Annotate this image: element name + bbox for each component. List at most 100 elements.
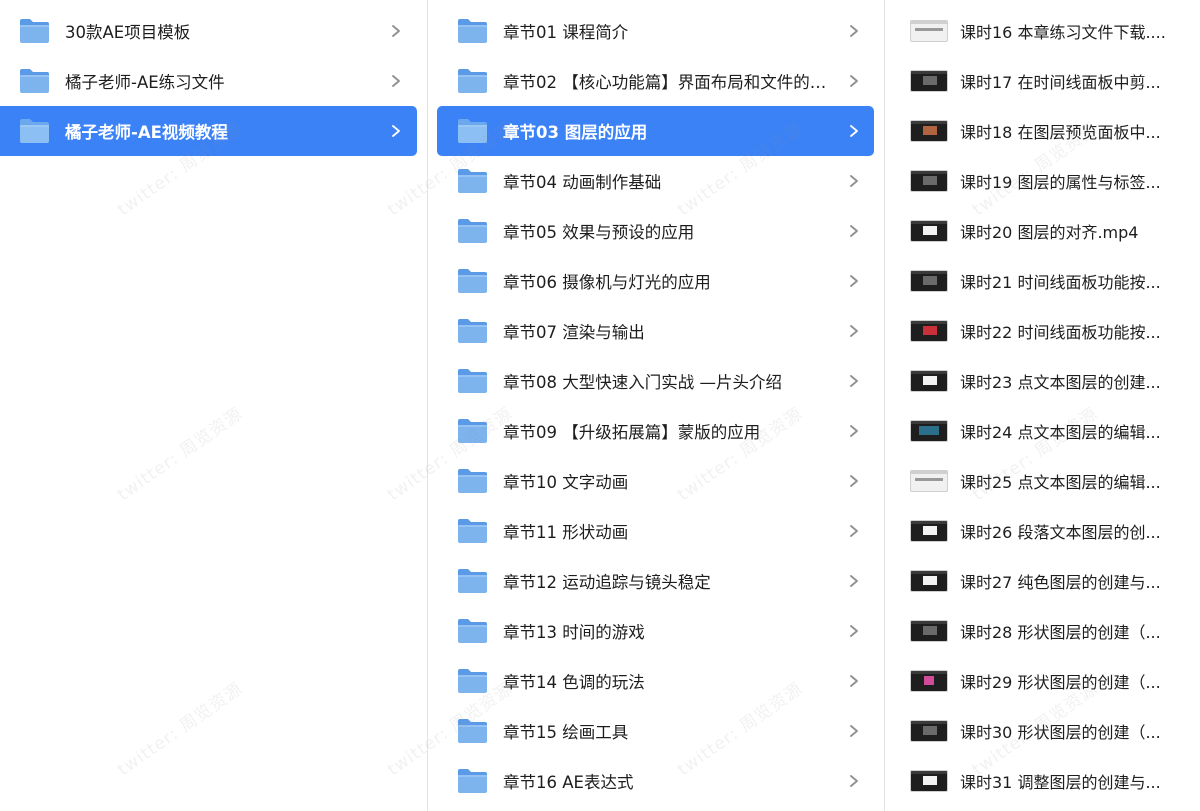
file-name: 课时25 点文本图层的编辑... — [960, 473, 1161, 492]
file-row[interactable]: 课时29 形状图层的创建（... — [885, 656, 1200, 706]
file-name: 课时27 纯色图层的创建与... — [960, 573, 1161, 592]
video-thumbnail-icon — [911, 521, 947, 541]
folder-name: 章节01 课程简介 — [503, 23, 629, 42]
folder-row[interactable]: 章节06 摄像机与灯光的应用 — [437, 256, 874, 306]
folder-row[interactable]: 章节11 形状动画 — [437, 506, 874, 556]
chevron-right-icon — [850, 675, 858, 687]
folder-row[interactable]: 章节03 图层的应用 — [437, 106, 874, 156]
chevron-right-icon — [850, 275, 858, 287]
chevron-right-icon — [850, 75, 858, 87]
file-name: 课时16 本章练习文件下载.... — [960, 23, 1166, 42]
chevron-right-icon — [850, 175, 858, 187]
chevron-right-icon — [392, 75, 400, 87]
video-thumbnail-icon — [911, 421, 947, 441]
video-thumbnail-icon — [911, 571, 947, 591]
folder-name: 30款AE项目模板 — [65, 23, 191, 42]
column-browser: 30款AE项目模板橘子老师-AE练习文件橘子老师-AE视频教程 章节01 课程简… — [0, 0, 1200, 811]
column-3-list: 课时16 本章练习文件下载.... 课时17 在时间线面板中剪... 课时18 在图… — [885, 6, 1200, 806]
file-row[interactable]: 课时17 在时间线面板中剪... — [885, 56, 1200, 106]
file-name: 课时19 图层的属性与标签... — [960, 173, 1161, 192]
folder-name: 章节12 运动追踪与镜头稳定 — [503, 573, 711, 592]
column-2[interactable]: 章节01 课程简介章节02 【核心功能篇】界面布局和文件的基... 章节03 图层… — [428, 0, 885, 811]
folder-icon — [20, 69, 49, 93]
folder-icon — [458, 619, 487, 643]
folder-name: 章节11 形状动画 — [503, 523, 629, 542]
file-name: 课时22 时间线面板功能按... — [960, 323, 1161, 342]
file-row[interactable]: 课时21 时间线面板功能按... — [885, 256, 1200, 306]
folder-name: 章节04 动画制作基础 — [503, 173, 662, 192]
folder-row[interactable]: 章节16 AE表达式 — [437, 756, 874, 806]
video-thumbnail-icon — [911, 271, 947, 291]
file-row[interactable]: 课时26 段落文本图层的创... — [885, 506, 1200, 556]
folder-row[interactable]: 章节07 渲染与输出 — [437, 306, 874, 356]
folder-name: 章节16 AE表达式 — [503, 773, 634, 792]
video-thumbnail-icon — [911, 21, 947, 41]
video-thumbnail-icon — [911, 471, 947, 491]
column-2-list: 章节01 课程简介章节02 【核心功能篇】界面布局和文件的基... 章节03 图层… — [428, 6, 884, 806]
folder-row[interactable]: 章节08 大型快速入门实战 —片头介绍 — [437, 356, 874, 406]
folder-name: 章节02 【核心功能篇】界面布局和文件的基... — [503, 73, 838, 92]
chevron-right-icon — [850, 425, 858, 437]
chevron-right-icon — [850, 525, 858, 537]
column-3[interactable]: 课时16 本章练习文件下载.... 课时17 在时间线面板中剪... 课时18 在图… — [885, 0, 1200, 811]
folder-icon — [458, 719, 487, 743]
video-thumbnail-icon — [911, 621, 947, 641]
file-name: 课时23 点文本图层的创建... — [960, 373, 1161, 392]
folder-row[interactable]: 章节13 时间的游戏 — [437, 606, 874, 656]
chevron-right-icon — [850, 775, 858, 787]
column-1[interactable]: 30款AE项目模板橘子老师-AE练习文件橘子老师-AE视频教程 — [0, 0, 428, 811]
file-name: 课时30 形状图层的创建（... — [960, 723, 1161, 742]
video-thumbnail-icon — [911, 221, 947, 241]
folder-icon — [458, 319, 487, 343]
file-row[interactable]: 课时20 图层的对齐.mp4 — [885, 206, 1200, 256]
file-name: 课时18 在图层预览面板中... — [960, 123, 1161, 142]
file-row[interactable]: 课时16 本章练习文件下载.... — [885, 6, 1200, 56]
video-thumbnail-icon — [911, 371, 947, 391]
folder-icon — [20, 119, 49, 143]
folder-row[interactable]: 章节02 【核心功能篇】界面布局和文件的基... — [437, 56, 874, 106]
folder-icon — [458, 19, 487, 43]
file-row[interactable]: 课时22 时间线面板功能按... — [885, 306, 1200, 356]
folder-row[interactable]: 章节12 运动追踪与镜头稳定 — [437, 556, 874, 606]
file-row[interactable]: 课时19 图层的属性与标签... — [885, 156, 1200, 206]
folder-icon — [458, 469, 487, 493]
file-row[interactable]: 课时24 点文本图层的编辑... — [885, 406, 1200, 456]
folder-row[interactable]: 橘子老师-AE练习文件 — [0, 56, 417, 106]
folder-icon — [458, 569, 487, 593]
file-row[interactable]: 课时25 点文本图层的编辑... — [885, 456, 1200, 506]
folder-row[interactable]: 章节04 动画制作基础 — [437, 156, 874, 206]
folder-row[interactable]: 章节15 绘画工具 — [437, 706, 874, 756]
folder-icon — [458, 669, 487, 693]
chevron-right-icon — [850, 375, 858, 387]
video-thumbnail-icon — [911, 171, 947, 191]
file-row[interactable]: 课时18 在图层预览面板中... — [885, 106, 1200, 156]
folder-row[interactable]: 章节10 文字动画 — [437, 456, 874, 506]
chevron-right-icon — [850, 475, 858, 487]
file-name: 课时24 点文本图层的编辑... — [960, 423, 1161, 442]
folder-name: 章节05 效果与预设的应用 — [503, 223, 695, 242]
folder-row[interactable]: 章节14 色调的玩法 — [437, 656, 874, 706]
folder-name: 章节10 文字动画 — [503, 473, 629, 492]
file-name: 课时26 段落文本图层的创... — [960, 523, 1161, 542]
folder-row[interactable]: 章节01 课程简介 — [437, 6, 874, 56]
file-row[interactable]: 课时27 纯色图层的创建与... — [885, 556, 1200, 606]
chevron-right-icon — [850, 575, 858, 587]
folder-row[interactable]: 橘子老师-AE视频教程 — [0, 106, 417, 156]
folder-name: 章节07 渲染与输出 — [503, 323, 645, 342]
video-thumbnail-icon — [911, 321, 947, 341]
folder-row[interactable]: 章节09 【升级拓展篇】蒙版的应用 — [437, 406, 874, 456]
folder-icon — [458, 519, 487, 543]
chevron-right-icon — [850, 625, 858, 637]
file-row[interactable]: 课时28 形状图层的创建（... — [885, 606, 1200, 656]
file-name: 课时31 调整图层的创建与... — [960, 773, 1161, 792]
file-row[interactable]: 课时31 调整图层的创建与... — [885, 756, 1200, 806]
file-row[interactable]: 课时30 形状图层的创建（... — [885, 706, 1200, 756]
folder-name: 章节13 时间的游戏 — [503, 623, 645, 642]
folder-row[interactable]: 30款AE项目模板 — [0, 6, 417, 56]
folder-icon — [458, 119, 487, 143]
folder-name: 橘子老师-AE视频教程 — [65, 123, 228, 142]
chevron-right-icon — [392, 125, 400, 137]
chevron-right-icon — [392, 25, 400, 37]
folder-row[interactable]: 章节05 效果与预设的应用 — [437, 206, 874, 256]
file-row[interactable]: 课时23 点文本图层的创建... — [885, 356, 1200, 406]
